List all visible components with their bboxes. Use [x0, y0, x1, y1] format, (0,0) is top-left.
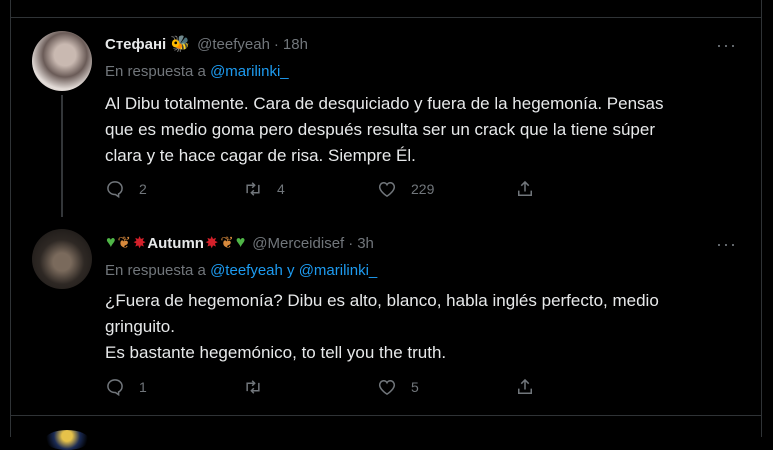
retweet-icon	[246, 182, 260, 196]
reply-icon	[107, 379, 123, 397]
maple-leaf-emoji: ✸	[204, 235, 219, 252]
share-icon	[518, 378, 532, 394]
like-button[interactable]: 5	[377, 377, 419, 397]
avatar[interactable]	[32, 31, 92, 91]
thread-line	[61, 95, 63, 217]
reply-button[interactable]: 1	[105, 377, 147, 397]
maple-leaf-emoji: ✸	[132, 235, 147, 252]
mention-conjunction: y	[287, 262, 295, 279]
share-icon	[518, 180, 532, 196]
handle[interactable]: @Merceidisef	[252, 235, 344, 252]
share-button[interactable]	[515, 377, 535, 397]
reply-context: En respuesta a @teefyeah y @marilinki_	[105, 262, 377, 279]
tweet-header: Стефані 🐝 @teefyeah · 18h	[105, 34, 308, 54]
handle[interactable]: @teefyeah	[197, 36, 270, 53]
tweet-text: Al Dibu totalmente. Cara de desquiciado …	[105, 91, 745, 169]
like-icon	[378, 181, 396, 197]
display-name[interactable]: Autumn	[147, 235, 204, 252]
tweet-text-line: ¿Fuera de hegemonía? Dibu es alto, blanc…	[105, 291, 659, 310]
mention-link[interactable]: @marilinki_	[299, 262, 378, 279]
avatar[interactable]	[32, 229, 92, 289]
mention-link[interactable]: @marilinki_	[210, 63, 289, 80]
action-bar: 2 4 229	[105, 179, 665, 203]
tweet-text: ¿Fuera de hegemonía? Dibu es alto, blanc…	[105, 288, 745, 366]
green-heart-emoji: ♥	[106, 234, 116, 251]
reply-button[interactable]: 2	[105, 179, 147, 199]
like-count: 5	[411, 379, 419, 395]
leaves-emoji: ❦	[117, 235, 131, 252]
timestamp[interactable]: 18h	[283, 36, 308, 53]
action-bar: 1 5	[105, 377, 665, 401]
separator: ·	[348, 234, 354, 252]
like-button[interactable]: 229	[377, 179, 434, 199]
retweet-button[interactable]	[243, 377, 277, 397]
reply-context: En respuesta a @marilinki_	[105, 63, 289, 80]
retweet-button[interactable]: 4	[243, 179, 285, 199]
separator: ·	[273, 35, 279, 53]
display-name[interactable]: Стефані	[105, 36, 166, 53]
tweet-header: ♥ ❦ ✸ Autumn ✸ ❦ ♥ @Merceidisef · 3h	[105, 233, 374, 253]
reply-count: 1	[139, 379, 147, 395]
reply-count: 2	[139, 181, 147, 197]
bee-emoji: 🐝	[170, 36, 191, 53]
share-button[interactable]	[515, 179, 535, 199]
timestamp[interactable]: 3h	[357, 235, 374, 252]
retweet-count: 4	[277, 181, 285, 197]
reply-prefix: En respuesta a	[105, 262, 206, 279]
reply-icon	[107, 181, 123, 199]
tweet-text-line: Es bastante hegemónico, to tell you the …	[105, 343, 447, 362]
tweet-text-line: que es medio goma pero después resulta s…	[105, 120, 655, 139]
like-count: 229	[411, 181, 435, 197]
like-icon	[378, 379, 396, 395]
timeline-column: Стефані 🐝 @teefyeah · 18h ··· En respues…	[10, 0, 762, 450]
avatar[interactable]	[45, 430, 89, 450]
leaves-emoji: ❦	[220, 235, 234, 252]
more-icon[interactable]: ···	[716, 234, 737, 255]
tweet[interactable]: ♥ ❦ ✸ Autumn ✸ ❦ ♥ @Merceidisef · 3h ···…	[11, 218, 761, 416]
tweet-text-line: clara y te hace cagar de risa. Siempre É…	[105, 146, 416, 165]
mention-link[interactable]: @teefyeah	[210, 262, 283, 279]
reply-prefix: En respuesta a	[105, 63, 206, 80]
tweet-text-line: gringuito.	[105, 317, 175, 336]
retweet-icon	[246, 380, 260, 394]
green-heart-emoji: ♥	[235, 234, 246, 251]
tweet-text-line: Al Dibu totalmente. Cara de desquiciado …	[105, 94, 664, 113]
more-icon[interactable]: ···	[716, 35, 737, 56]
tweet[interactable]: Стефані 🐝 @teefyeah · 18h ··· En respues…	[11, 17, 761, 218]
